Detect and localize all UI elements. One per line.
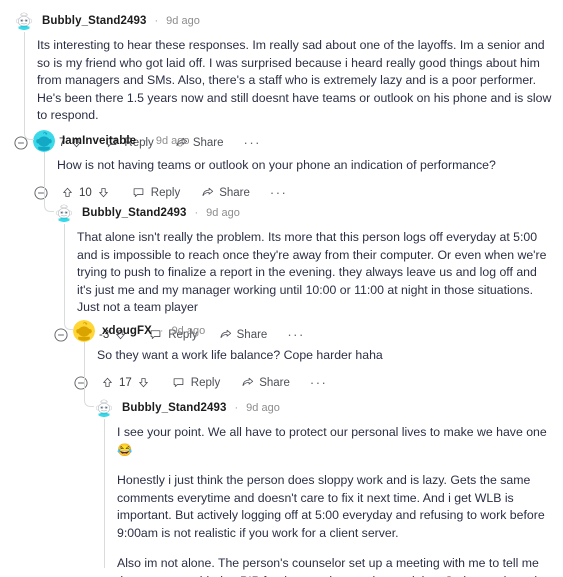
meta-separator: · <box>234 402 239 414</box>
share-button[interactable]: Share <box>241 376 290 389</box>
downvote-arrow-icon[interactable] <box>97 186 110 199</box>
avatar[interactable] <box>13 10 35 32</box>
vote-score: 10 <box>79 186 92 199</box>
comment-header: Bubbly_Stand2493 · 9d ago <box>53 200 557 226</box>
comment-paragraph: I see your point. We all have to protect… <box>117 425 547 457</box>
comment-paragraph: So they want a work life balance? Cope h… <box>97 348 383 362</box>
comment-paragraph: That alone isn't really the problem. Its… <box>77 230 547 314</box>
comment-c3: xdougFX · 9d ago So they want a work life b… <box>73 318 557 395</box>
comment-bubble-icon <box>172 376 185 389</box>
comment-paragraph: How is not having teams or outlook on yo… <box>57 158 496 172</box>
comment-actions: 17 Reply Share ··· <box>72 371 557 395</box>
thread-line <box>43 152 45 202</box>
meta-separator: · <box>154 15 159 27</box>
comment-body: That alone isn't really the problem. Its… <box>77 226 553 320</box>
comment-author[interactable]: Bubbly_Stand2493 <box>82 207 187 219</box>
collapse-icon[interactable] <box>72 374 89 391</box>
thread-line <box>63 224 65 320</box>
avatar[interactable] <box>93 397 115 419</box>
comment-timestamp: 9d ago <box>155 135 190 147</box>
comment-body: Its interesting to hear these responses.… <box>37 34 553 128</box>
vote-group: 10 <box>61 186 110 199</box>
comment-body: So they want a work life balance? Cope h… <box>97 344 553 368</box>
reply-label: Reply <box>190 376 221 389</box>
share-arrow-icon <box>201 186 214 199</box>
comment-paragraph: Its interesting to hear these responses.… <box>37 38 552 122</box>
reply-button[interactable]: Reply <box>172 376 220 389</box>
comment-author[interactable]: Bubbly_Stand2493 <box>42 15 147 27</box>
comment-timestamp: 9d ago <box>166 15 200 27</box>
comment-author[interactable]: IamInveitable <box>62 135 136 147</box>
comment-author[interactable]: Bubbly_Stand2493 <box>122 402 227 414</box>
share-label: Share <box>219 186 250 199</box>
thread-line <box>23 32 25 130</box>
meta-separator: · <box>194 207 199 219</box>
avatar[interactable] <box>53 202 75 224</box>
upvote-arrow-icon[interactable] <box>61 186 74 199</box>
avatar[interactable] <box>33 130 55 152</box>
thread-connector <box>63 320 76 331</box>
avatar[interactable] <box>73 320 95 342</box>
comment-header: IamInveitable · 9d ago <box>33 128 557 154</box>
thread-connector <box>23 130 36 141</box>
vote-score: 17 <box>119 376 132 389</box>
comment-timestamp: 9d ago <box>246 402 280 414</box>
more-options-icon[interactable]: ··· <box>270 186 288 199</box>
comment-paragraph: Honestly i just think the person does sl… <box>117 473 545 540</box>
share-arrow-icon <box>241 376 254 389</box>
reply-label: Reply <box>150 186 181 199</box>
comment-body: I see your point. We all have to protect… <box>117 421 553 577</box>
upvote-arrow-icon[interactable] <box>101 376 114 389</box>
downvote-arrow-icon[interactable] <box>137 376 150 389</box>
comment-bubble-icon <box>132 186 145 199</box>
comment-c4: Bubbly_Stand2493 · 9d ago I see your point.… <box>93 395 557 577</box>
share-label: Share <box>259 376 290 389</box>
meta-separator: · <box>144 135 148 147</box>
collapse-icon[interactable] <box>32 184 49 201</box>
reply-button[interactable]: Reply <box>132 186 180 199</box>
comment-thread-page: Bubbly_Stand2493 · 9d ago Its interesting t… <box>0 0 563 577</box>
meta-separator: · <box>159 325 164 337</box>
vote-group: 17 <box>101 376 150 389</box>
thread-line <box>83 342 85 397</box>
comment-body: How is not having teams or outlook on yo… <box>57 154 553 178</box>
share-button[interactable]: Share <box>201 186 250 199</box>
comment-paragraph: Also im not alone. The person's counselo… <box>117 556 543 577</box>
comment-header: xdougFX · 9d ago <box>73 318 557 344</box>
thread-connector <box>43 202 56 213</box>
comment-author[interactable]: xdougFX <box>102 325 152 337</box>
more-options-icon[interactable]: ··· <box>310 376 328 389</box>
comment-c1: IamInveitable · 9d ago How is not having te… <box>33 128 557 205</box>
comment-timestamp: 9d ago <box>206 207 240 219</box>
comment-header: Bubbly_Stand2493 · 9d ago <box>13 8 557 34</box>
comment-timestamp: 9d ago <box>171 325 206 337</box>
thread-connector <box>83 397 96 408</box>
thread-line <box>103 419 105 568</box>
comment-header: Bubbly_Stand2493 · 9d ago <box>93 395 557 421</box>
